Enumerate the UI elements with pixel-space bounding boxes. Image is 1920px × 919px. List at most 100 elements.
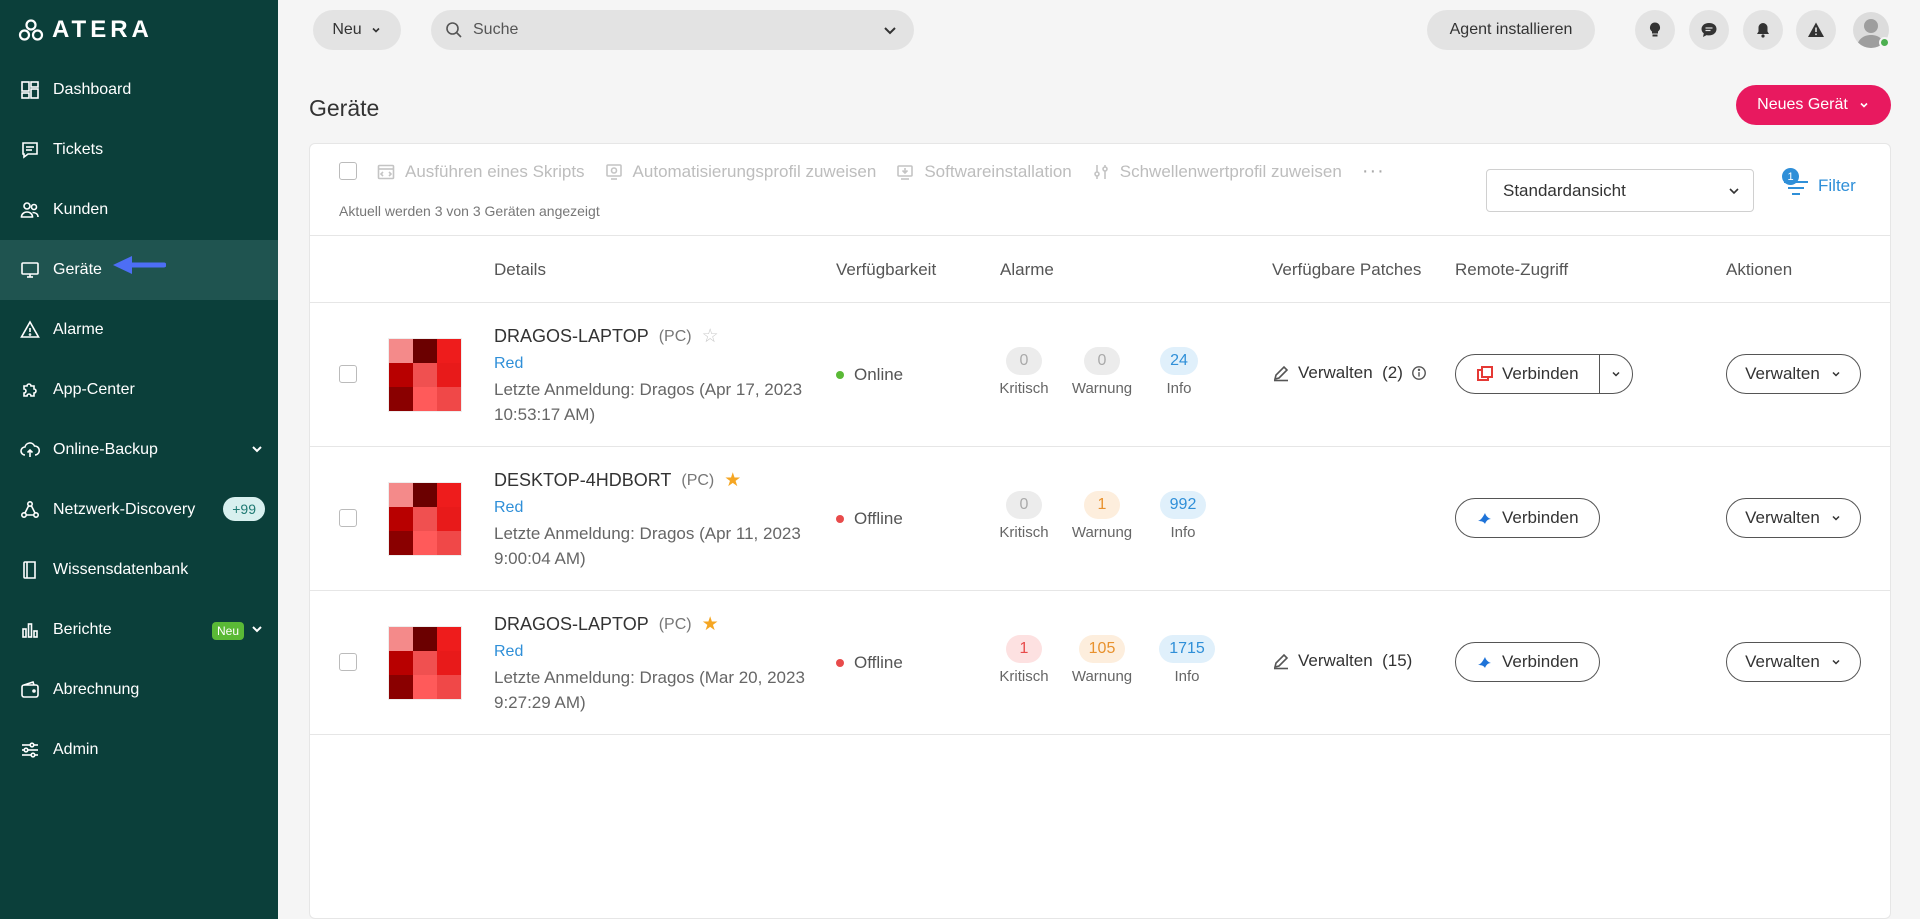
row-checkbox[interactable] xyxy=(339,653,357,671)
online-dot-icon xyxy=(836,371,844,379)
manage-button[interactable]: Verwalten xyxy=(1726,354,1861,394)
sidebar-item-app-center[interactable]: App-Center xyxy=(0,360,278,420)
chevron-down-icon[interactable] xyxy=(882,22,898,38)
run-script-action[interactable]: Ausführen eines Skripts xyxy=(377,162,585,182)
more-icon: ··· xyxy=(1361,160,1385,182)
sidebar-item-online-backup[interactable]: Online-Backup xyxy=(0,420,278,480)
device-name[interactable]: DRAGOS-LAPTOP xyxy=(494,326,649,347)
chat-icon[interactable] xyxy=(1689,10,1729,50)
warning-alarm[interactable]: 1 Warnung xyxy=(1067,491,1137,541)
info-icon[interactable] xyxy=(1411,365,1427,381)
sidebar-item-admin[interactable]: Admin xyxy=(0,720,278,780)
column-header-alarms[interactable]: Alarme xyxy=(1000,260,1054,280)
bell-icon[interactable] xyxy=(1743,10,1783,50)
sidebar-item-customers[interactable]: Kunden xyxy=(0,180,278,240)
dashboard-icon xyxy=(20,80,40,100)
connect-button[interactable]: Verbinden xyxy=(1456,499,1599,537)
software-install-action[interactable]: Softwareinstallation xyxy=(896,162,1072,182)
column-header-details[interactable]: Details xyxy=(494,260,546,280)
sidebar-item-knowledge-base[interactable]: Wissensdatenbank xyxy=(0,540,278,600)
chevron-down-icon xyxy=(1860,102,1868,108)
star-outline-icon[interactable]: ☆ xyxy=(702,325,719,348)
device-tag[interactable]: Red xyxy=(494,355,523,373)
table-row[interactable]: DRAGOS-LAPTOP (PC) ☆ Red Letzte Anmeldun… xyxy=(310,303,1890,447)
install-agent-button[interactable]: Agent installieren xyxy=(1427,10,1595,50)
star-filled-icon[interactable]: ★ xyxy=(724,469,741,492)
sidebar-item-tickets[interactable]: Tickets xyxy=(0,120,278,180)
warning-alarm[interactable]: 0 Warnung xyxy=(1067,347,1137,397)
page-title: Geräte xyxy=(309,95,380,121)
new-device-label: Neues Gerät xyxy=(1757,96,1848,113)
warning-alarm[interactable]: 105 Warnung xyxy=(1067,635,1137,685)
info-alarm[interactable]: 1715 Info xyxy=(1152,635,1222,685)
manage-patches-link[interactable]: Verwalten (2) xyxy=(1272,363,1427,383)
table-row[interactable]: DESKTOP-4HDBORT (PC) ★ Red Letzte Anmeld… xyxy=(310,447,1890,591)
status-label: Offline xyxy=(854,509,903,528)
lightbulb-icon[interactable] xyxy=(1635,10,1675,50)
device-name[interactable]: DESKTOP-4HDBORT xyxy=(494,470,671,491)
connect-button[interactable]: Verbinden xyxy=(1456,355,1599,393)
device-name[interactable]: DRAGOS-LAPTOP xyxy=(494,614,649,635)
warning-icon xyxy=(20,320,40,340)
connect-options-button[interactable] xyxy=(1598,355,1632,393)
select-all-checkbox[interactable] xyxy=(339,162,357,180)
manage-button[interactable]: Verwalten xyxy=(1726,498,1861,538)
filter-button[interactable]: 1 Filter xyxy=(1782,168,1856,198)
atera-logo[interactable]: ATERA xyxy=(18,16,153,44)
manage-patches-link[interactable]: Verwalten (15) xyxy=(1272,651,1412,671)
view-select[interactable]: Standardansicht xyxy=(1486,169,1754,212)
connect-button[interactable]: Verbinden xyxy=(1456,643,1599,681)
info-alarm[interactable]: 992 Info xyxy=(1148,491,1218,541)
critical-alarm[interactable]: 0 Kritisch xyxy=(989,347,1059,397)
bar-chart-icon xyxy=(20,620,40,640)
sidebar-item-network-discovery[interactable]: Netzwerk-Discovery +99 xyxy=(0,480,278,540)
manage-label: Verwalten xyxy=(1745,652,1820,671)
critical-alarm[interactable]: 1 Kritisch xyxy=(989,635,1059,685)
sidebar-item-alarms[interactable]: Alarme xyxy=(0,300,278,360)
new-badge: Neu xyxy=(211,622,244,640)
info-count: 24 xyxy=(1160,347,1198,375)
devices-card: Ausführen eines Skripts Automatisierungs… xyxy=(309,143,1891,919)
new-device-button[interactable]: Neues Gerät xyxy=(1736,85,1891,125)
warning-label: Warnung xyxy=(1071,524,1133,541)
info-label: Info xyxy=(1174,668,1200,685)
more-actions-button[interactable]: ··· xyxy=(1362,160,1385,183)
sidebar-item-dashboard[interactable]: Dashboard xyxy=(0,60,278,120)
device-tag[interactable]: Red xyxy=(494,643,523,661)
column-header-remote-access[interactable]: Remote-Zugriff xyxy=(1455,260,1568,280)
view-select-value: Standardansicht xyxy=(1503,180,1626,200)
automation-icon xyxy=(605,163,622,180)
device-tag[interactable]: Red xyxy=(494,499,523,517)
column-header-patches[interactable]: Verfügbare Patches xyxy=(1272,260,1421,280)
assign-threshold-action[interactable]: Schwellenwertprofil zuweisen xyxy=(1092,162,1342,182)
info-alarm[interactable]: 24 Info xyxy=(1144,347,1214,397)
star-filled-icon[interactable]: ★ xyxy=(702,613,719,636)
connect-label: Verbinden xyxy=(1502,652,1579,671)
download-icon xyxy=(897,164,914,180)
column-header-availability[interactable]: Verfügbarkeit xyxy=(836,260,936,280)
sidebar-item-label: Online-Backup xyxy=(53,441,158,458)
patches-label: Verwalten (15) xyxy=(1298,651,1413,670)
critical-alarm[interactable]: 0 Kritisch xyxy=(989,491,1059,541)
assign-automation-action[interactable]: Automatisierungsprofil zuweisen xyxy=(605,162,876,182)
offline-dot-icon xyxy=(836,515,844,523)
sidebar-nav: Dashboard Tickets Kunden Geräte Alarme A… xyxy=(0,60,278,780)
pen-icon xyxy=(1273,365,1289,382)
sidebar-item-reports[interactable]: Berichte Neu xyxy=(0,600,278,660)
chevron-down-icon xyxy=(1612,371,1620,377)
table-row[interactable]: DRAGOS-LAPTOP (PC) ★ Red Letzte Anmeldun… xyxy=(310,591,1890,735)
row-checkbox[interactable] xyxy=(339,365,357,383)
sidebar-item-billing[interactable]: Abrechnung xyxy=(0,660,278,720)
pen-icon xyxy=(1273,653,1289,670)
alert-icon[interactable] xyxy=(1796,10,1836,50)
chevron-down-icon xyxy=(1729,188,1739,195)
row-checkbox[interactable] xyxy=(339,509,357,527)
connect-label: Verbinden xyxy=(1502,364,1579,383)
manage-button[interactable]: Verwalten xyxy=(1726,642,1861,682)
critical-count: 0 xyxy=(1006,347,1042,375)
chevron-down-icon xyxy=(372,27,380,33)
last-login: Letzte Anmeldung: Dragos (Apr 11, 2023 9… xyxy=(494,524,801,568)
search-input[interactable]: Suche xyxy=(431,10,914,50)
new-dropdown-button[interactable]: Neu xyxy=(313,10,401,50)
info-count: 1715 xyxy=(1159,635,1215,663)
